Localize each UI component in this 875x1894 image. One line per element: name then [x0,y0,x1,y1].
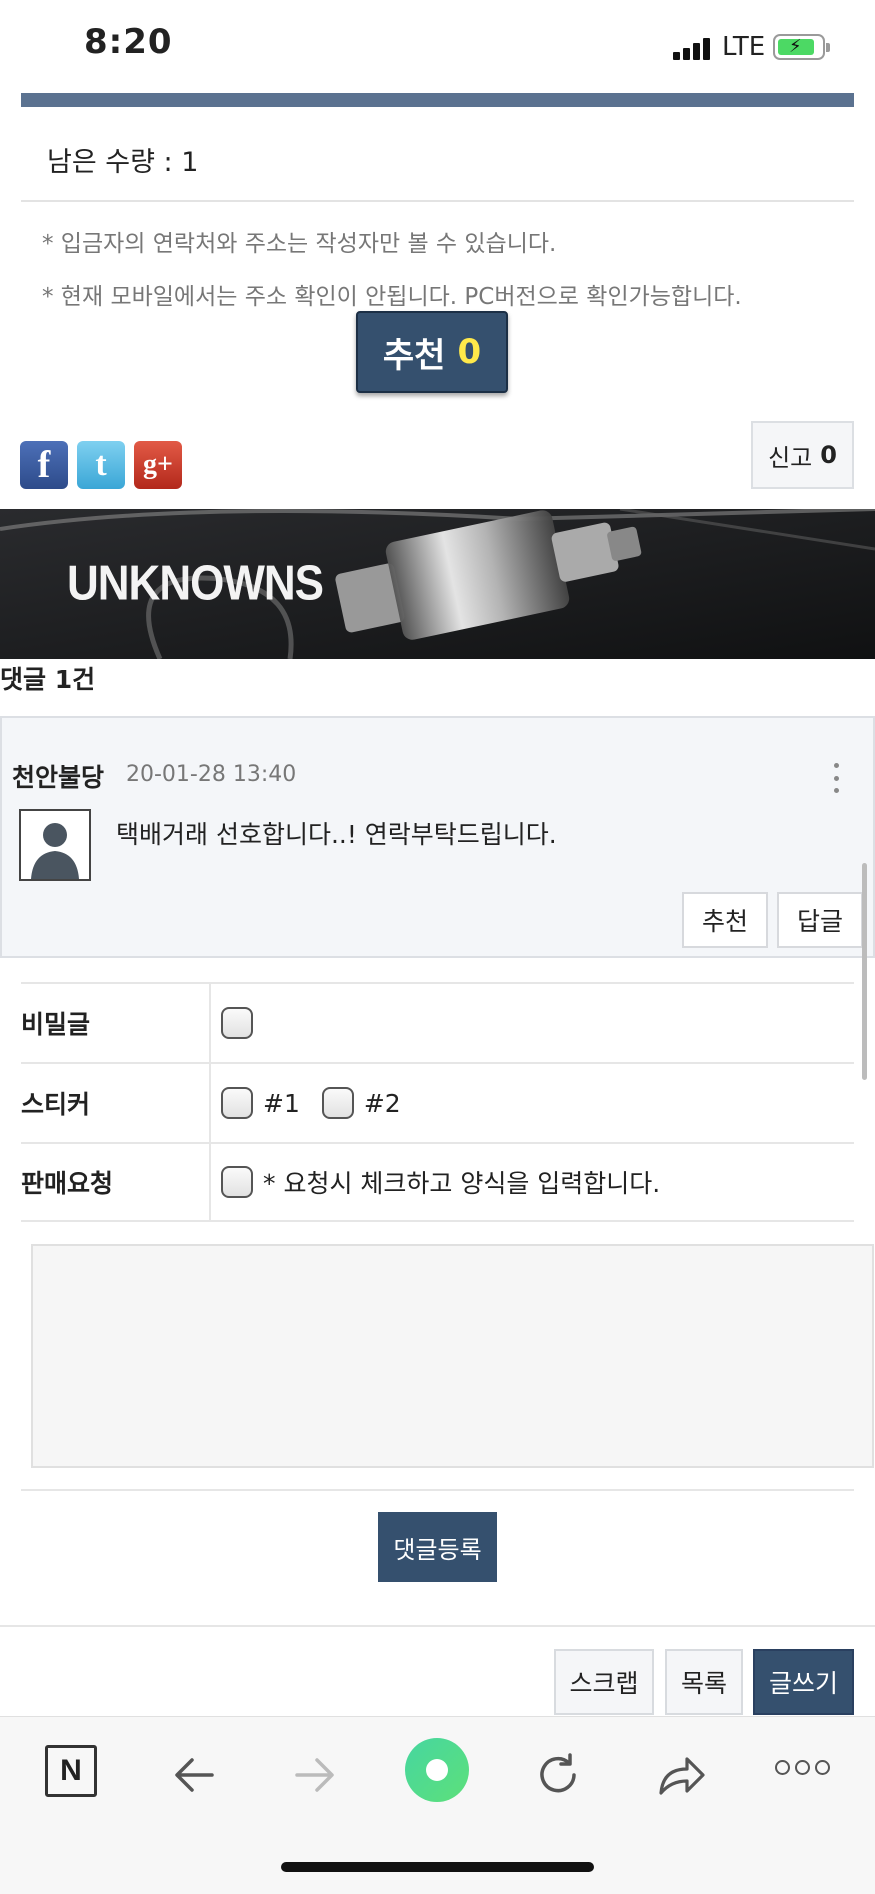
recommend-count: 0 [457,332,482,372]
battery-icon: ⚡ [773,34,830,60]
back-icon[interactable] [164,1745,224,1805]
divider [21,200,854,202]
sale-request-desc: * 요청시 체크하고 양식을 입력합니다. [263,1169,661,1198]
sticker-2-label: #2 [363,1088,401,1118]
notice-mobile: * 현재 모바일에서는 주소 확인이 안됩니다. PC버전으로 확인가능합니다. [42,284,742,310]
comment-reply-button[interactable]: 답글 [777,892,863,948]
green-dot-icon[interactable] [405,1738,469,1802]
list-button[interactable]: 목록 [665,1649,743,1715]
comment-options-table: 비밀글 스티커 #1 #2 판매요청 * 요청시 체크하고 양식을 입력합니다. [21,982,854,1222]
signal-icon [673,36,713,60]
submit-comment-button[interactable]: 댓글등록 [378,1512,497,1582]
comment-text: 택배거래 선호합니다..! 연락부탁드립니다. [116,820,557,849]
avatar [19,809,91,881]
report-label: 신고 [768,443,813,472]
comment-count: 댓글 1건 [0,665,96,694]
more-menu-icon[interactable] [775,1760,830,1775]
report-count: 0 [820,441,837,469]
secret-row: 비밀글 [21,982,854,1062]
remaining-quantity: 남은 수량 : 1 [47,147,199,178]
secret-checkbox[interactable] [221,1007,253,1039]
facebook-icon[interactable]: f [20,441,68,489]
divider [21,1489,854,1491]
status-time: 8:20 [84,22,173,62]
sale-request-checkbox[interactable] [221,1166,253,1198]
report-button[interactable]: 신고 0 [751,421,854,489]
twitter-icon[interactable]: t [77,441,125,489]
google-plus-icon[interactable]: g+ [134,441,182,489]
comment-date: 20-01-28 13:40 [126,762,297,787]
sticker-1-checkbox[interactable] [221,1087,253,1119]
ad-banner[interactable]: UNKNOWNS [0,509,875,659]
comment-recommend-button[interactable]: 추천 [682,892,768,948]
comment-author[interactable]: 천안불당 [12,758,104,794]
share-icon[interactable] [652,1745,712,1805]
sticker-row: 스티커 #1 #2 [21,1062,854,1142]
divider [0,1625,875,1627]
sticker-2-checkbox[interactable] [321,1087,354,1119]
sale-request-row: 판매요청 * 요청시 체크하고 양식을 입력합니다. [21,1142,854,1222]
more-options-icon[interactable] [832,763,840,793]
naver-home-icon[interactable]: N [45,1745,97,1797]
banner-text: UNKNOWNS [67,556,324,611]
reload-icon[interactable] [528,1745,588,1805]
scrap-button[interactable]: 스크랩 [554,1649,654,1715]
home-indicator [281,1862,594,1872]
write-button[interactable]: 글쓰기 [753,1649,854,1715]
scrollbar[interactable] [862,863,867,1080]
header-bar [21,93,854,107]
comment-textarea[interactable] [31,1244,874,1468]
forward-icon[interactable] [285,1745,345,1805]
notice-contact: * 입금자의 연락처와 주소는 작성자만 볼 수 있습니다. [42,231,557,257]
recommend-label: 추천 [382,335,446,376]
network-type: LTE [722,32,766,62]
sticker-1-label: #1 [263,1088,300,1118]
recommend-button[interactable]: 추천 0 [356,311,508,393]
